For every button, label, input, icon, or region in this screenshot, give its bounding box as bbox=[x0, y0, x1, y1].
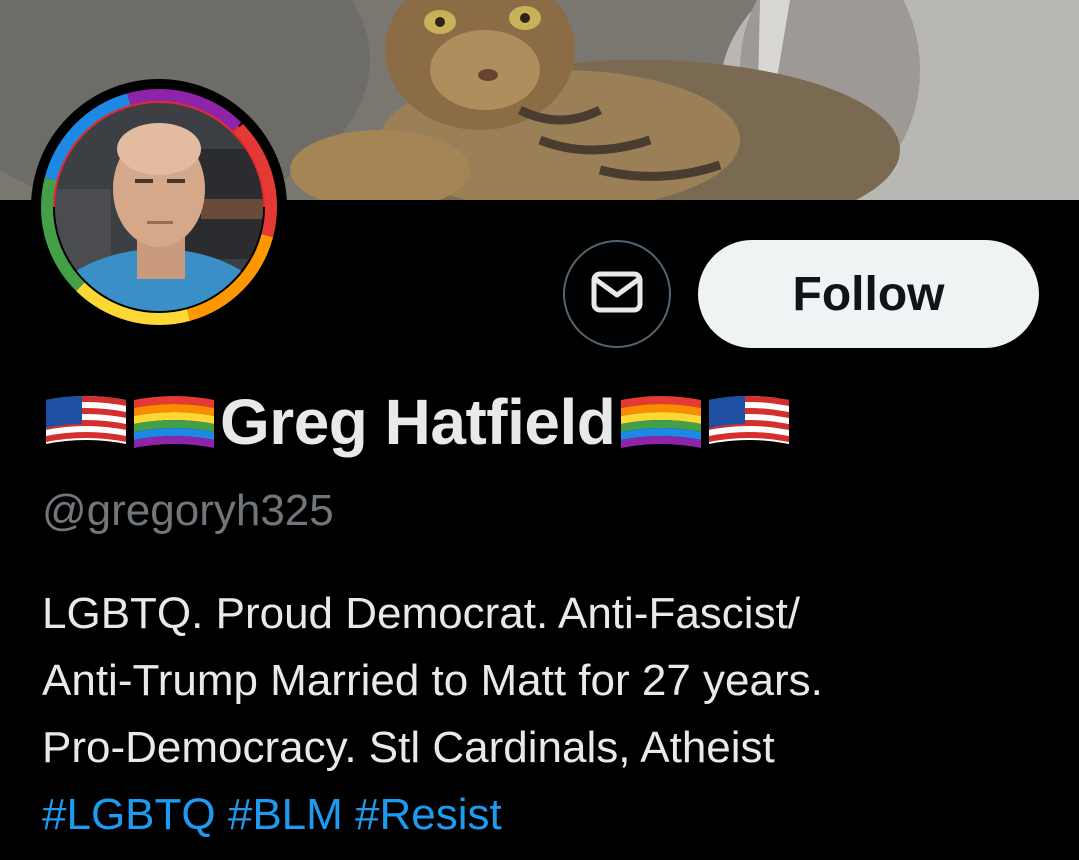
us-flag-icon bbox=[44, 392, 128, 452]
rainbow-flag-icon bbox=[132, 392, 216, 452]
user-handle: @gregoryh325 bbox=[42, 486, 334, 535]
bio-line: Pro-Democracy. Stl Cardinals, Atheist bbox=[42, 723, 775, 772]
rainbow-flag-icon bbox=[619, 392, 703, 452]
envelope-icon bbox=[591, 271, 643, 318]
bio-line: LGBTQ. Proud Democrat. Anti-Fascist/ bbox=[42, 589, 801, 638]
follow-button[interactable]: Follow bbox=[698, 240, 1039, 348]
bio-hashtags: #LGBTQ #BLM #Resist bbox=[42, 781, 1052, 848]
message-button[interactable] bbox=[563, 240, 671, 348]
follow-button-label: Follow bbox=[792, 267, 945, 321]
hashtag-link[interactable]: #LGBTQ bbox=[42, 790, 216, 839]
hashtag-link[interactable]: #Resist bbox=[355, 790, 502, 839]
hashtag-link[interactable]: #BLM bbox=[228, 790, 343, 839]
avatar[interactable] bbox=[31, 79, 287, 335]
display-name-row: Greg Hatfield bbox=[42, 384, 793, 460]
profile-bio: LGBTQ. Proud Democrat. Anti-Fascist/ Ant… bbox=[42, 580, 1052, 848]
display-name: Greg Hatfield bbox=[220, 386, 616, 458]
bio-line: Anti-Trump Married to Matt for 27 years. bbox=[42, 656, 823, 705]
us-flag-icon bbox=[707, 392, 791, 452]
